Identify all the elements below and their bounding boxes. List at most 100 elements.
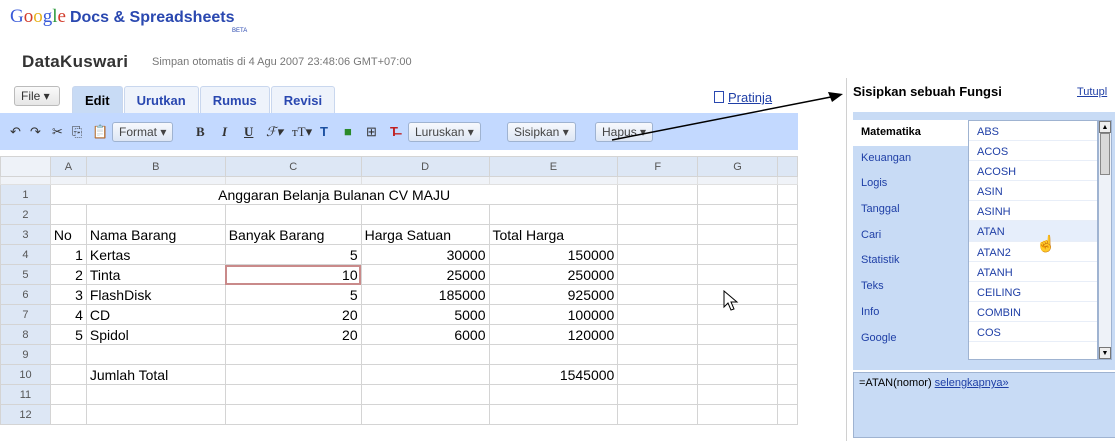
cell[interactable]: [776, 224, 798, 245]
undo-icon[interactable]: ↶: [10, 125, 21, 139]
row-header[interactable]: 12: [0, 404, 51, 425]
cell[interactable]: [617, 384, 699, 405]
cell[interactable]: [49, 364, 87, 385]
cell[interactable]: [224, 404, 362, 425]
luruskan-button[interactable]: Luruskan ▾: [408, 122, 481, 142]
row-header[interactable]: 7: [0, 304, 51, 325]
cell[interactable]: [617, 364, 699, 385]
cell[interactable]: [776, 284, 798, 305]
cell-B4[interactable]: Kertas: [85, 244, 226, 265]
category-item[interactable]: Teks: [853, 274, 968, 300]
function-item[interactable]: ATAN2: [969, 242, 1097, 262]
tab-revisi[interactable]: Revisi: [270, 86, 336, 114]
function-item[interactable]: ASIN: [969, 181, 1097, 202]
row-header[interactable]: 1: [0, 184, 51, 205]
row-header[interactable]: 6: [0, 284, 51, 305]
cell[interactable]: [49, 404, 87, 425]
cell[interactable]: [697, 184, 778, 205]
cell[interactable]: [697, 204, 778, 225]
cell[interactable]: [776, 404, 798, 425]
format-button[interactable]: Format ▾: [112, 122, 174, 142]
cell-D4[interactable]: 30000: [360, 244, 490, 265]
cell-A4[interactable]: 1: [49, 244, 87, 265]
font-size-icon[interactable]: ᴛT▾: [292, 125, 312, 139]
category-item[interactable]: Info: [853, 300, 968, 326]
cell[interactable]: [776, 344, 798, 365]
cell[interactable]: [697, 364, 778, 385]
column-header[interactable]: D: [360, 156, 490, 177]
column-header[interactable]: F: [617, 156, 699, 177]
tab-edit[interactable]: Edit: [72, 86, 123, 114]
cell[interactable]: [360, 404, 490, 425]
cell[interactable]: [697, 344, 778, 365]
cell[interactable]: [85, 344, 226, 365]
cell-B5[interactable]: Tinta: [85, 264, 226, 285]
scroll-down-icon[interactable]: ▼: [1099, 347, 1111, 359]
cell[interactable]: [488, 344, 619, 365]
cell[interactable]: [697, 384, 778, 405]
cell-E5[interactable]: 250000: [488, 264, 619, 285]
cell-D5[interactable]: 25000: [360, 264, 490, 285]
cell-B7[interactable]: CD: [85, 304, 226, 325]
row-header[interactable]: 4: [0, 244, 51, 265]
function-item[interactable]: ATANH: [969, 262, 1097, 282]
cell[interactable]: [617, 324, 699, 345]
tab-rumus[interactable]: Rumus: [199, 86, 270, 114]
cell[interactable]: [488, 384, 619, 405]
grid-corner[interactable]: [0, 156, 51, 177]
cell[interactable]: [776, 244, 798, 265]
cell-merged-title[interactable]: Anggaran Belanja Bulanan CV MAJU: [49, 184, 619, 205]
column-header[interactable]: C: [224, 156, 362, 177]
row-header[interactable]: 9: [0, 344, 51, 365]
cell[interactable]: [617, 284, 699, 305]
paste-icon[interactable]: 📋: [92, 125, 108, 139]
cell[interactable]: [776, 304, 798, 325]
font-icon[interactable]: ℱ▾: [266, 125, 283, 139]
cell[interactable]: [224, 344, 362, 365]
category-item[interactable]: Matematika: [853, 120, 968, 146]
cell[interactable]: [697, 264, 778, 285]
category-item[interactable]: Keuangan: [853, 146, 968, 172]
cell[interactable]: [488, 204, 619, 225]
cell-B6[interactable]: FlashDisk: [85, 284, 226, 305]
cell-A5[interactable]: 2: [49, 264, 87, 285]
category-item[interactable]: Logis: [853, 171, 968, 197]
document-title[interactable]: DataKuswari: [22, 52, 128, 72]
column-header[interactable]: G: [697, 156, 778, 177]
cell[interactable]: [360, 384, 490, 405]
cell[interactable]: [776, 204, 798, 225]
row-header[interactable]: 11: [0, 384, 51, 405]
cell-C4[interactable]: 5: [224, 244, 362, 265]
cell-A8[interactable]: 5: [49, 324, 87, 345]
clear-format-icon[interactable]: T̶: [390, 125, 398, 139]
cell-A3[interactable]: No: [49, 224, 87, 245]
underline-icon[interactable]: U: [244, 125, 253, 139]
cell[interactable]: [776, 324, 798, 345]
cell[interactable]: [617, 264, 699, 285]
function-list-scrollbar[interactable]: ▲ ▼: [1098, 120, 1112, 360]
scroll-up-icon[interactable]: ▲: [1099, 121, 1111, 133]
cell[interactable]: [360, 364, 490, 385]
cell-E8[interactable]: 120000: [488, 324, 619, 345]
scroll-thumb[interactable]: [1100, 133, 1110, 175]
function-item[interactable]: CEILING: [969, 282, 1097, 302]
category-item[interactable]: Google: [853, 326, 968, 352]
category-item[interactable]: Tanggal: [853, 197, 968, 223]
cell[interactable]: [776, 364, 798, 385]
text-color-icon[interactable]: T: [320, 125, 328, 139]
function-item[interactable]: COMBIN: [969, 302, 1097, 322]
file-menu-button[interactable]: File ▾: [14, 86, 60, 106]
cell[interactable]: [617, 404, 699, 425]
cell[interactable]: [224, 364, 362, 385]
app-logo[interactable]: Google Docs & Spreadsheets: [10, 6, 234, 28]
cell[interactable]: [360, 344, 490, 365]
function-item[interactable]: COS: [969, 322, 1097, 343]
close-link[interactable]: Tutupl: [1077, 86, 1107, 98]
column-header[interactable]: A: [49, 156, 87, 177]
cell-A7[interactable]: 4: [49, 304, 87, 325]
tab-urutkan[interactable]: Urutkan: [123, 86, 199, 114]
function-item[interactable]: ACOSH: [969, 161, 1097, 182]
row-header[interactable]: 5: [0, 264, 51, 285]
preview-link[interactable]: Pratinja: [714, 90, 772, 105]
cell-E7[interactable]: 100000: [488, 304, 619, 325]
